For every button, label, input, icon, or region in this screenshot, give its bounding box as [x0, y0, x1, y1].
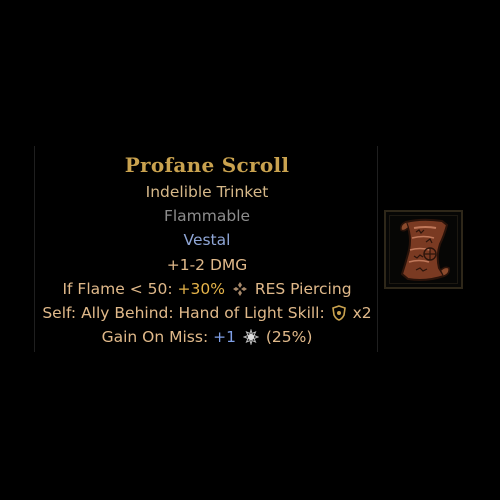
trinket-type: Indelible Trinket [145, 183, 269, 201]
gain-on-miss-label: Gain On Miss: [101, 328, 209, 346]
trinket-tag: Flammable [163, 207, 251, 225]
trinket-class: Vestal [183, 231, 231, 249]
trinket-item-slot[interactable] [384, 210, 463, 289]
trinket-tooltip: Profane Scroll Indelible Trinket Flammab… [34, 146, 378, 352]
stat-gain-on-miss: Gain On Miss: +1 (25%) [35, 326, 379, 351]
trinket-title: Profane Scroll [124, 153, 290, 177]
res-piercing-icon [232, 281, 248, 303]
skill-multiplier: x2 [352, 304, 372, 322]
gain-amount: +1 [213, 328, 236, 346]
flame-stat: RES Piercing [254, 280, 352, 298]
stat-self-ally: Self: Ally Behind: Hand of Light Skill: … [35, 302, 379, 327]
combo-token-icon [242, 328, 260, 351]
gain-chance: (25%) [265, 328, 313, 346]
profane-scroll-icon [400, 218, 450, 281]
skill-condition: Hand of Light Skill: [178, 304, 325, 322]
stat-flame-piercing: If Flame < 50: +30% RES Piercing [35, 278, 379, 303]
flame-condition: If Flame < 50: [62, 280, 173, 298]
self-ally-condition: Self: Ally Behind: [42, 304, 174, 322]
shield-token-icon [331, 305, 346, 327]
flame-bonus: +30% [177, 280, 225, 298]
stat-damage: +1-2 DMG [166, 256, 248, 274]
